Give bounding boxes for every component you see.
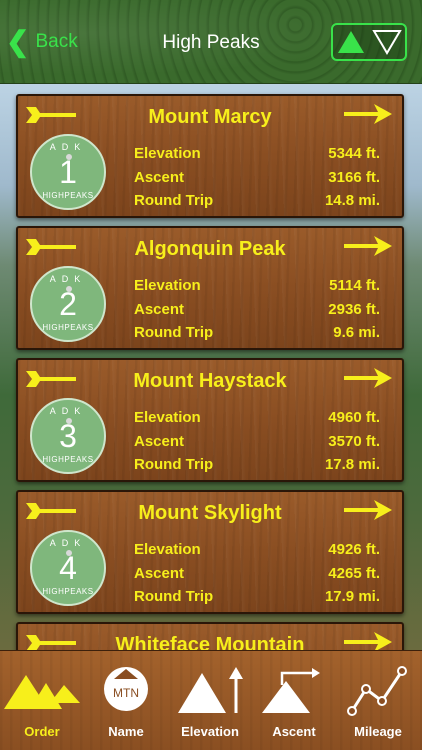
stat-value: 4265 ft. (328, 564, 380, 582)
tab-label: Ascent (272, 724, 316, 739)
peak-list[interactable]: Mount Marcy ADK 1 HIGHPEAKS Elevation 53… (0, 84, 422, 650)
stat-value: 4960 ft. (328, 409, 380, 426)
stat-label: Round Trip (134, 588, 214, 605)
tab-label: Mileage (354, 724, 402, 739)
badge-top-text: ADK (49, 274, 87, 284)
badge-top-text: ADK (49, 406, 87, 416)
stat-label: Ascent (134, 564, 185, 582)
peaks-icon (4, 675, 80, 709)
peak-rank: 2 (59, 286, 77, 322)
tab-elevation[interactable]: Elevation (168, 651, 252, 750)
sort-tab-bar: Order MTN Name Elevation Ascent Mileage (0, 650, 422, 750)
stat-elevation: Elevation 4960 ft. (134, 406, 380, 430)
badge-top-text: ADK (49, 538, 87, 548)
stat-label: Elevation (134, 409, 201, 426)
mtn-badge-text: MTN (113, 686, 139, 700)
stat-round-trip: Round Trip 17.9 mi. (134, 585, 380, 609)
adk-rank-badge: ADK 2 HIGHPEAKS (30, 266, 106, 342)
stat-ascent: Ascent 3166 ft. (134, 166, 380, 190)
tab-name[interactable]: MTN Name (84, 651, 168, 750)
badge-bottom-text: HIGHPEAKS (42, 455, 94, 464)
peak-card[interactable]: Mount Marcy ADK 1 HIGHPEAKS Elevation 53… (16, 94, 404, 218)
stat-label: Round Trip (134, 456, 214, 473)
tab-label: Elevation (181, 724, 239, 739)
peak-card[interactable]: Mount Skylight ADK 4 HIGHPEAKS Elevation… (16, 490, 404, 614)
mtn-badge-icon: MTN (104, 667, 148, 711)
stat-label: Ascent (134, 168, 185, 186)
peak-card[interactable]: Algonquin Peak ADK 2 HIGHPEAKS Elevation… (16, 226, 404, 350)
tab-label: Name (108, 724, 144, 739)
stat-ascent: Ascent 2936 ft. (134, 298, 380, 322)
peak-stats: Elevation 4960 ft. Ascent 3570 ft. Round… (134, 406, 380, 477)
stat-label: Ascent (134, 300, 185, 318)
stat-label: Elevation (134, 145, 201, 162)
stat-round-trip: Round Trip 14.8 mi. (134, 189, 380, 213)
stat-elevation: Elevation 5344 ft. (134, 142, 380, 166)
stat-value: 17.8 mi. (324, 456, 380, 473)
stat-elevation: Elevation 5114 ft. (134, 274, 380, 298)
tab-order[interactable]: Order (0, 651, 84, 750)
peak-name: Mount Marcy (148, 106, 272, 128)
sort-ascending-icon[interactable] (336, 29, 366, 55)
stat-round-trip: Round Trip 9.6 mi. (134, 321, 380, 345)
peak-rank: 3 (59, 418, 77, 454)
stat-value: 3570 ft. (328, 432, 380, 450)
stat-ascent: Ascent 3570 ft. (134, 430, 380, 454)
badge-top-text: ADK (49, 142, 87, 152)
peak-name: Mount Skylight (138, 502, 282, 524)
stat-elevation: Elevation 4926 ft. (134, 538, 380, 562)
tab-label: Order (24, 724, 60, 739)
stat-label: Elevation (134, 277, 201, 294)
badge-bottom-text: HIGHPEAKS (42, 587, 94, 596)
stat-value: 9.6 mi. (333, 324, 380, 341)
peak-card[interactable]: Whiteface Mountain (16, 622, 404, 650)
stat-label: Ascent (134, 432, 185, 450)
peak-card[interactable]: Mount Haystack ADK 3 HIGHPEAKS Elevation… (16, 358, 404, 482)
stat-label: Elevation (134, 541, 201, 558)
peak-rank: 1 (59, 154, 77, 190)
peak-stats: Elevation 4926 ft. Ascent 4265 ft. Round… (134, 538, 380, 609)
stat-value: 14.8 mi. (324, 192, 380, 209)
sort-direction-toggle[interactable] (331, 23, 407, 61)
stat-value: 2936 ft. (328, 300, 380, 318)
adk-rank-badge: ADK 3 HIGHPEAKS (30, 398, 106, 474)
stat-ascent: Ascent 4265 ft. (134, 562, 380, 586)
adk-rank-badge: ADK 4 HIGHPEAKS (30, 530, 106, 606)
stat-label: Round Trip (134, 192, 214, 209)
nav-header: ❮ Back High Peaks (0, 0, 422, 84)
adk-rank-badge: ADK 1 HIGHPEAKS (30, 134, 106, 210)
sort-descending-icon[interactable] (372, 29, 402, 55)
tab-mileage[interactable]: Mileage (336, 651, 420, 750)
peak-stats: Elevation 5344 ft. Ascent 3166 ft. Round… (134, 142, 380, 213)
peak-name: Algonquin Peak (134, 238, 286, 260)
peak-rank: 4 (59, 550, 77, 586)
stat-label: Round Trip (134, 324, 214, 341)
stat-value: 17.9 mi. (324, 588, 380, 605)
peak-name: Whiteface Mountain (115, 634, 305, 650)
stat-value: 5114 ft. (329, 277, 380, 294)
stat-value: 5344 ft. (328, 145, 380, 162)
peak-stats: Elevation 5114 ft. Ascent 2936 ft. Round… (134, 274, 380, 345)
elevation-icon (178, 667, 243, 713)
badge-bottom-text: HIGHPEAKS (42, 191, 94, 200)
stat-value: 4926 ft. (328, 541, 380, 558)
badge-bottom-text: HIGHPEAKS (42, 323, 94, 332)
tab-ascent[interactable]: Ascent (252, 651, 336, 750)
stat-round-trip: Round Trip 17.8 mi. (134, 453, 380, 477)
peak-name: Mount Haystack (133, 370, 287, 392)
mileage-icon (347, 666, 407, 716)
ascent-icon (262, 668, 320, 713)
stat-value: 3166 ft. (328, 168, 380, 186)
